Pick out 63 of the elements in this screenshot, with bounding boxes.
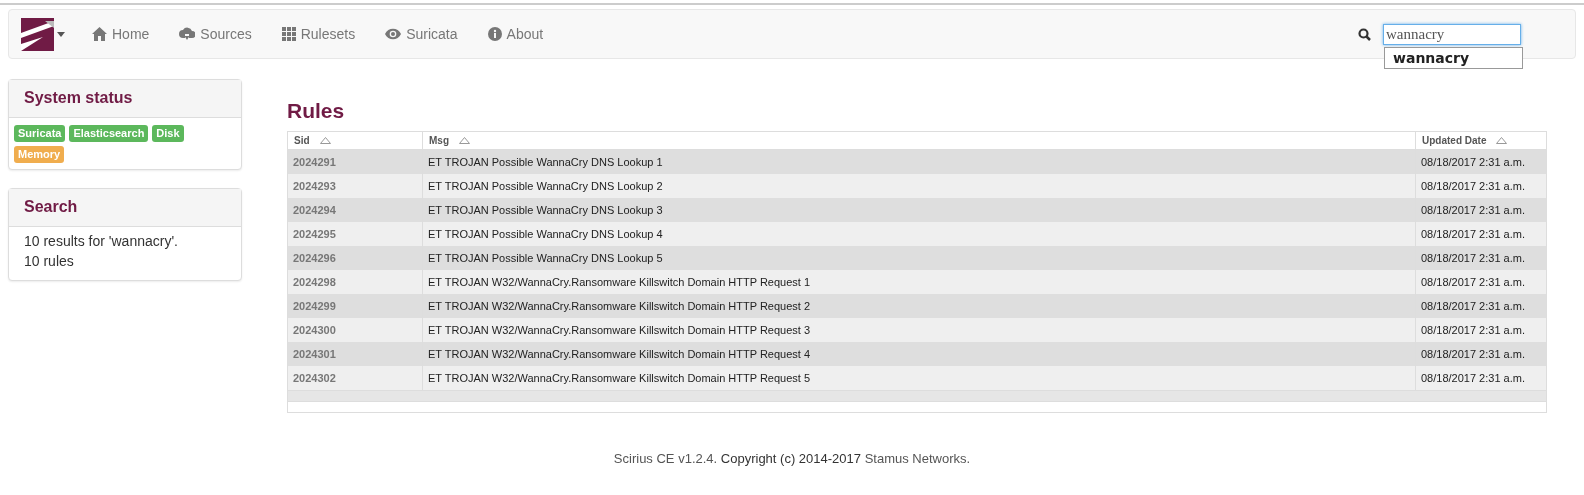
sort-icon — [459, 137, 470, 144]
table-cell: ET TROJAN Possible WannaCry DNS Lookup 3 — [422, 198, 1416, 222]
table-cell: 08/18/2017 2:31 a.m. — [1415, 318, 1547, 342]
table-cell: 2024300 — [287, 318, 423, 342]
table-cell: 08/18/2017 2:31 a.m. — [1415, 294, 1547, 318]
table-cell: 08/18/2017 2:31 a.m. — [1415, 366, 1547, 391]
footer-text: Scirius CE v1.2.4. Copyright (c) 2014-2017 Stamus Networks. — [613, 451, 971, 466]
table-cell: 2024296 — [287, 246, 423, 270]
column-header[interactable]: Msg — [422, 131, 1416, 150]
table-cell: 08/18/2017 2:31 a.m. — [1415, 342, 1547, 366]
search-field[interactable]: wannacry — [1383, 23, 1521, 45]
home-icon — [92, 27, 107, 41]
table-cell: 2024293 — [287, 174, 423, 198]
nav-link[interactable]: Sources — [164, 26, 267, 42]
status-badge: Disk — [152, 125, 184, 142]
nav-link[interactable]: About — [472, 26, 559, 42]
table-cell: 2024299 — [287, 294, 423, 318]
table-cell: ET TROJAN W32/WannaCry.Ransomware Killswitch Domain HTTP Request 2 — [422, 294, 1416, 318]
table-cell: 08/18/2017 2:31 a.m. — [1415, 222, 1547, 246]
logo-icon[interactable] — [21, 17, 54, 51]
page-title: Rules — [287, 99, 346, 123]
table-cell: 2024295 — [287, 222, 423, 246]
cloud-download-icon — [179, 27, 196, 41]
column-header[interactable]: Sid — [287, 131, 423, 150]
sort-icon — [1496, 137, 1508, 144]
table-cell: ET TROJAN W32/WannaCry.Ransomware Killswitch Domain HTTP Request 1 — [422, 270, 1416, 294]
table-cell: 08/18/2017 2:31 a.m. — [1415, 270, 1547, 294]
panel-title: System status — [9, 80, 241, 118]
product-link[interactable]: Scirius CE v1.2.4. — [613, 451, 718, 466]
nav-link[interactable]: Rulesets — [266, 26, 371, 42]
eye-icon — [385, 28, 402, 40]
search-icon[interactable] — [1358, 27, 1371, 41]
status-badge: Memory — [14, 146, 65, 163]
table-cell: 2024302 — [287, 366, 423, 391]
info-icon — [487, 27, 502, 41]
table-cell: 08/18/2017 2:31 a.m. — [1415, 174, 1547, 198]
nav-link[interactable]: Suricata — [370, 26, 473, 42]
table-cell: ET TROJAN W32/WannaCry.Ransomware Killswitch Domain HTTP Request 4 — [422, 342, 1416, 366]
status-badge: Elasticsearch — [69, 125, 149, 142]
caret-icon[interactable] — [57, 31, 65, 37]
table-cell: ET TROJAN W32/WannaCry.Ransomware Killswitch Domain HTTP Request 3 — [422, 318, 1416, 342]
column-header[interactable]: Updated Date — [1415, 131, 1547, 150]
table-cell: ET TROJAN Possible WannaCry DNS Lookup 4 — [422, 222, 1416, 246]
table-cell: 2024298 — [287, 270, 423, 294]
panel-title: Search — [9, 189, 241, 227]
table-cell: 2024294 — [287, 198, 423, 222]
table-cell: 2024301 — [287, 342, 423, 366]
sort-icon — [319, 137, 331, 144]
table-cell: ET TROJAN Possible WannaCry DNS Lookup 2 — [422, 174, 1416, 198]
table-cell: ET TROJAN Possible WannaCry DNS Lookup 5 — [422, 246, 1416, 270]
table-cell: 08/18/2017 2:31 a.m. — [1415, 149, 1547, 174]
status-badge: Suricata — [14, 125, 66, 142]
nav-link[interactable]: Home — [77, 26, 165, 42]
table-cell: ET TROJAN Possible WannaCry DNS Lookup 1 — [422, 149, 1416, 174]
result-text: 10 rules — [24, 252, 75, 271]
result-text: 10 results for 'wannacry'. — [24, 232, 179, 251]
table-cell: ET TROJAN W32/WannaCry.Ransomware Killswitch Domain HTTP Request 5 — [422, 366, 1416, 391]
table-cell: 08/18/2017 2:31 a.m. — [1415, 246, 1547, 270]
company-link[interactable]: Stamus Networks. — [864, 451, 971, 466]
table-cell: 08/18/2017 2:31 a.m. — [1415, 198, 1547, 222]
grid-icon — [281, 27, 296, 41]
table-cell: 2024291 — [287, 149, 423, 174]
suggestion-item[interactable]: wannacry — [1385, 47, 1522, 68]
